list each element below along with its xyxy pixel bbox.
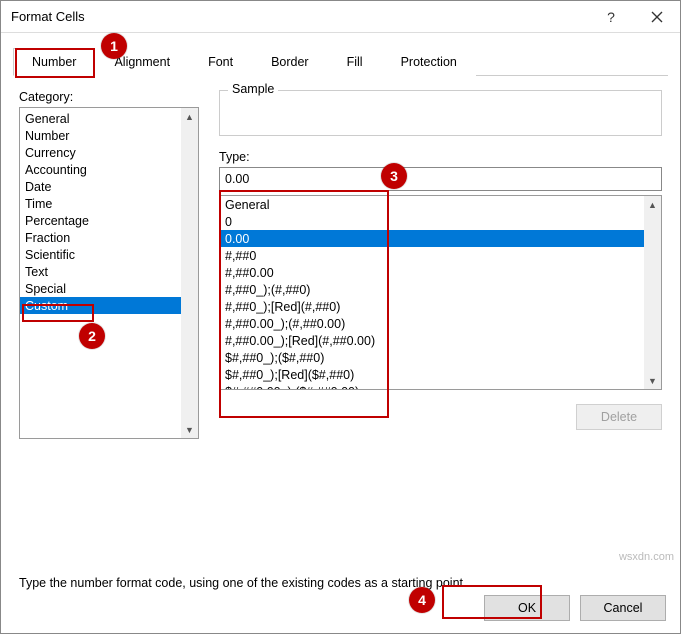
category-item[interactable]: Custom [20, 297, 181, 314]
close-icon [651, 11, 663, 23]
category-item[interactable]: Fraction [20, 229, 181, 246]
category-item[interactable]: Percentage [20, 212, 181, 229]
type-item[interactable]: #,##0.00_);[Red](#,##0.00) [220, 332, 644, 349]
category-scrollbar[interactable]: ▲ ▼ [181, 108, 198, 438]
category-item[interactable]: Number [20, 127, 181, 144]
callout-3: 3 [381, 163, 407, 189]
type-label: Type: [219, 150, 662, 164]
sample-box: Sample [219, 90, 662, 136]
footer-buttons: OK Cancel [484, 595, 666, 621]
category-item[interactable]: Special [20, 280, 181, 297]
type-listbox[interactable]: General00.00#,##0#,##0.00#,##0_);(#,##0)… [219, 195, 662, 390]
type-input[interactable] [219, 167, 662, 191]
type-item[interactable]: #,##0_);[Red](#,##0) [220, 298, 644, 315]
type-item[interactable]: 0 [220, 213, 644, 230]
delete-button: Delete [576, 404, 662, 430]
category-item[interactable]: Accounting [20, 161, 181, 178]
category-label: Category: [19, 90, 199, 104]
category-item[interactable]: Scientific [20, 246, 181, 263]
callout-2: 2 [79, 323, 105, 349]
callout-4: 4 [409, 587, 435, 613]
hint-text: Type the number format code, using one o… [19, 576, 680, 590]
tab-font[interactable]: Font [189, 48, 252, 76]
type-item[interactable]: #,##0.00 [220, 264, 644, 281]
scroll-up-icon[interactable]: ▲ [181, 108, 198, 125]
category-listbox[interactable]: GeneralNumberCurrencyAccountingDateTimeP… [19, 107, 199, 439]
scroll-down-icon[interactable]: ▼ [644, 372, 661, 389]
tab-fill[interactable]: Fill [328, 48, 382, 76]
content-area: Category: GeneralNumberCurrencyAccountin… [1, 76, 680, 566]
callout-1: 1 [101, 33, 127, 59]
type-item[interactable]: $#,##0_);($#,##0) [220, 349, 644, 366]
ok-button[interactable]: OK [484, 595, 570, 621]
category-item[interactable]: Time [20, 195, 181, 212]
category-item[interactable]: Date [20, 178, 181, 195]
scroll-down-icon[interactable]: ▼ [181, 421, 198, 438]
type-item[interactable]: #,##0_);(#,##0) [220, 281, 644, 298]
type-item[interactable]: 0.00 [220, 230, 644, 247]
watermark: wsxdn.com [619, 551, 674, 563]
scroll-up-icon[interactable]: ▲ [644, 196, 661, 213]
type-scrollbar[interactable]: ▲ ▼ [644, 196, 661, 389]
titlebar: Format Cells ? [1, 1, 680, 33]
type-item[interactable]: General [220, 196, 644, 213]
close-button[interactable] [634, 1, 680, 32]
help-button[interactable]: ? [588, 1, 634, 32]
category-item[interactable]: General [20, 110, 181, 127]
tab-protection[interactable]: Protection [382, 48, 476, 76]
type-item[interactable]: $#,##0_);[Red]($#,##0) [220, 366, 644, 383]
cancel-button[interactable]: Cancel [580, 595, 666, 621]
window-title: Format Cells [11, 9, 85, 24]
type-item[interactable]: #,##0 [220, 247, 644, 264]
format-cells-dialog: Format Cells ? Number Alignment Font Bor… [0, 0, 681, 634]
window-controls: ? [588, 1, 680, 32]
category-item[interactable]: Text [20, 263, 181, 280]
sample-label: Sample [228, 82, 278, 96]
category-item[interactable]: Currency [20, 144, 181, 161]
tab-border[interactable]: Border [252, 48, 328, 76]
type-item[interactable]: $#,##0.00_);($#,##0.00) [220, 383, 644, 390]
type-item[interactable]: #,##0.00_);(#,##0.00) [220, 315, 644, 332]
tab-number[interactable]: Number [13, 48, 95, 76]
